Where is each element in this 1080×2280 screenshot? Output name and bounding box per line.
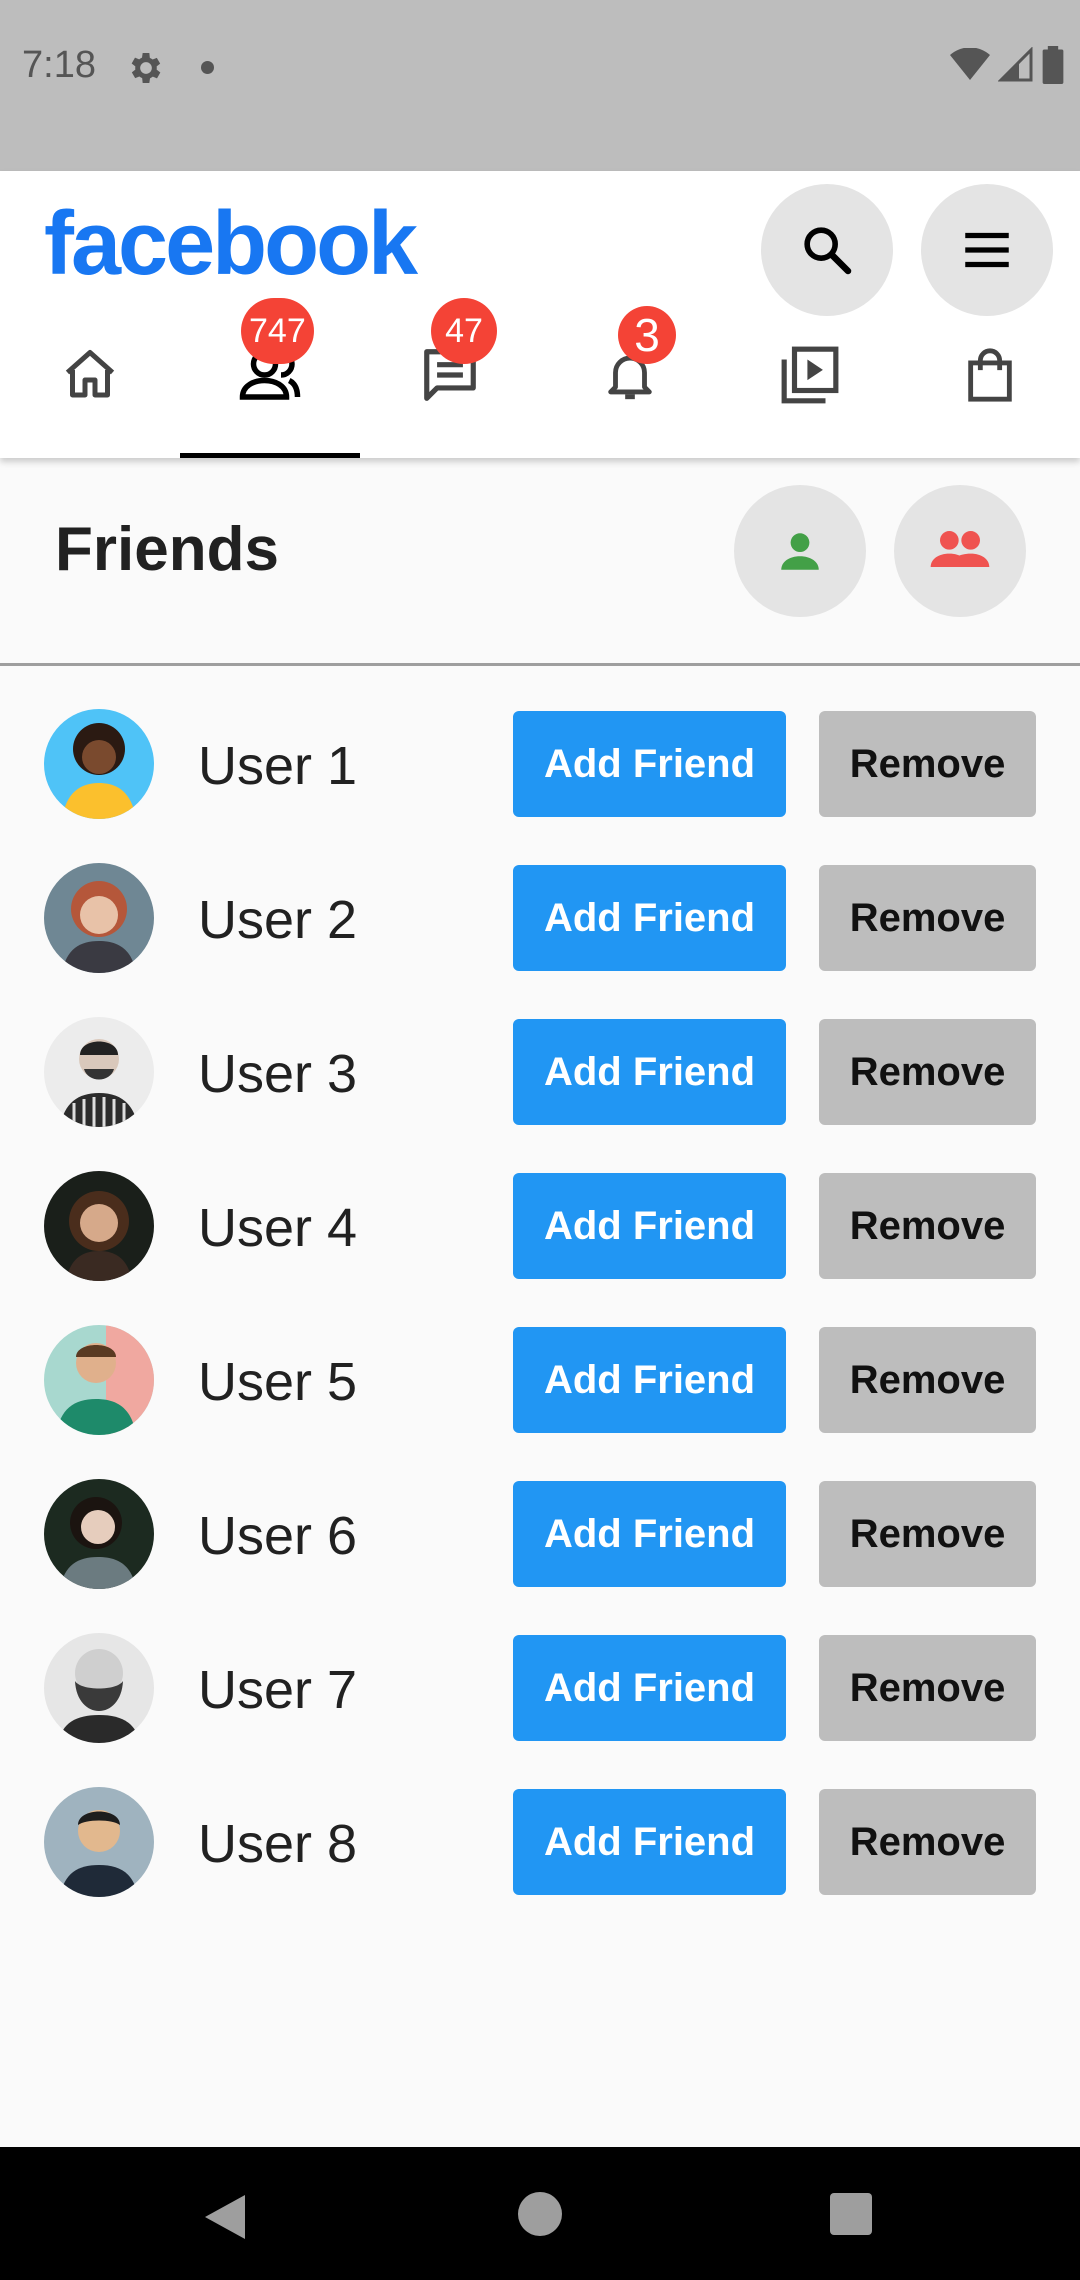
avatar[interactable] bbox=[44, 1633, 154, 1743]
add-friend-button[interactable]: Add Friend bbox=[513, 865, 786, 971]
list-item: User 4 Add Friend Remove bbox=[0, 1147, 1080, 1301]
remove-button[interactable]: Remove bbox=[819, 1789, 1036, 1895]
remove-button[interactable]: Remove bbox=[819, 1327, 1036, 1433]
avatar[interactable] bbox=[44, 863, 154, 973]
signal-icon bbox=[998, 47, 1033, 82]
user-name: User 2 bbox=[198, 890, 358, 950]
friends-list: User 1 Add Friend Remove User 2 Add Frie… bbox=[0, 685, 1080, 1917]
avatar[interactable] bbox=[44, 1171, 154, 1281]
menu-icon bbox=[965, 232, 1009, 268]
list-item: User 8 Add Friend Remove bbox=[0, 1763, 1080, 1917]
user-name: User 6 bbox=[198, 1506, 358, 1566]
friends-badge: 747 bbox=[241, 298, 314, 364]
all-friends-button[interactable] bbox=[894, 485, 1026, 617]
remove-button[interactable]: Remove bbox=[819, 1019, 1036, 1125]
list-item: User 3 Add Friend Remove bbox=[0, 993, 1080, 1147]
add-friend-button[interactable]: Add Friend bbox=[513, 1789, 786, 1895]
home-icon bbox=[65, 349, 115, 397]
user-name: User 8 bbox=[198, 1814, 358, 1874]
remove-button[interactable]: Remove bbox=[819, 865, 1036, 971]
system-nav-bar bbox=[0, 2147, 1080, 2280]
settings-icon bbox=[131, 53, 161, 83]
remove-button[interactable]: Remove bbox=[819, 1481, 1036, 1587]
list-item: User 7 Add Friend Remove bbox=[0, 1609, 1080, 1763]
notification-dot bbox=[201, 61, 214, 74]
list-item: User 2 Add Friend Remove bbox=[0, 839, 1080, 993]
remove-button[interactable]: Remove bbox=[819, 711, 1036, 817]
status-bar: 7:18 bbox=[0, 0, 1080, 171]
add-friend-button[interactable]: Add Friend bbox=[513, 1173, 786, 1279]
shop-icon bbox=[968, 347, 1012, 402]
tab-messages[interactable]: 47 bbox=[360, 291, 540, 458]
status-icons bbox=[950, 46, 1064, 84]
person-icon bbox=[781, 533, 819, 570]
friend-suggestions-button[interactable] bbox=[734, 485, 866, 617]
add-friend-button[interactable]: Add Friend bbox=[513, 1481, 786, 1587]
add-friend-button[interactable]: Add Friend bbox=[513, 1327, 786, 1433]
search-icon bbox=[804, 227, 852, 275]
back-icon[interactable] bbox=[205, 2195, 245, 2239]
user-name: User 1 bbox=[198, 736, 358, 796]
friends-header: Friends bbox=[0, 458, 1080, 666]
page-title: Friends bbox=[55, 515, 279, 584]
messages-badge: 47 bbox=[431, 298, 497, 364]
status-time: 7:18 bbox=[22, 44, 96, 86]
list-item: User 5 Add Friend Remove bbox=[0, 1301, 1080, 1455]
notifications-badge: 3 bbox=[618, 306, 676, 364]
add-friend-button[interactable]: Add Friend bbox=[513, 711, 786, 817]
tab-home[interactable] bbox=[0, 291, 180, 458]
user-name: User 4 bbox=[198, 1198, 358, 1258]
tab-marketplace[interactable] bbox=[900, 291, 1080, 458]
home-nav-icon[interactable] bbox=[518, 2192, 562, 2236]
avatar[interactable] bbox=[44, 1017, 154, 1127]
tab-friends[interactable]: 747 bbox=[180, 291, 360, 458]
app-header: facebook 747 47 3 bbox=[0, 171, 1080, 458]
group-icon bbox=[930, 531, 990, 567]
tab-bar: 747 47 3 bbox=[0, 291, 1080, 458]
list-item: User 1 Add Friend Remove bbox=[0, 685, 1080, 839]
avatar[interactable] bbox=[44, 1325, 154, 1435]
list-item: User 6 Add Friend Remove bbox=[0, 1455, 1080, 1609]
remove-button[interactable]: Remove bbox=[819, 1173, 1036, 1279]
battery-icon bbox=[1042, 46, 1064, 84]
video-icon bbox=[781, 346, 839, 403]
add-friend-button[interactable]: Add Friend bbox=[513, 1019, 786, 1125]
user-name: User 5 bbox=[198, 1352, 358, 1412]
avatar[interactable] bbox=[44, 709, 154, 819]
recents-icon[interactable] bbox=[830, 2193, 872, 2235]
tab-watch[interactable] bbox=[720, 291, 900, 458]
avatar[interactable] bbox=[44, 1787, 154, 1897]
wifi-icon bbox=[950, 48, 990, 80]
facebook-logo[interactable]: facebook bbox=[44, 193, 418, 296]
remove-button[interactable]: Remove bbox=[819, 1635, 1036, 1741]
tab-notifications[interactable]: 3 bbox=[540, 291, 720, 458]
add-friend-button[interactable]: Add Friend bbox=[513, 1635, 786, 1741]
user-name: User 3 bbox=[198, 1044, 358, 1104]
avatar[interactable] bbox=[44, 1479, 154, 1589]
user-name: User 7 bbox=[198, 1660, 358, 1720]
